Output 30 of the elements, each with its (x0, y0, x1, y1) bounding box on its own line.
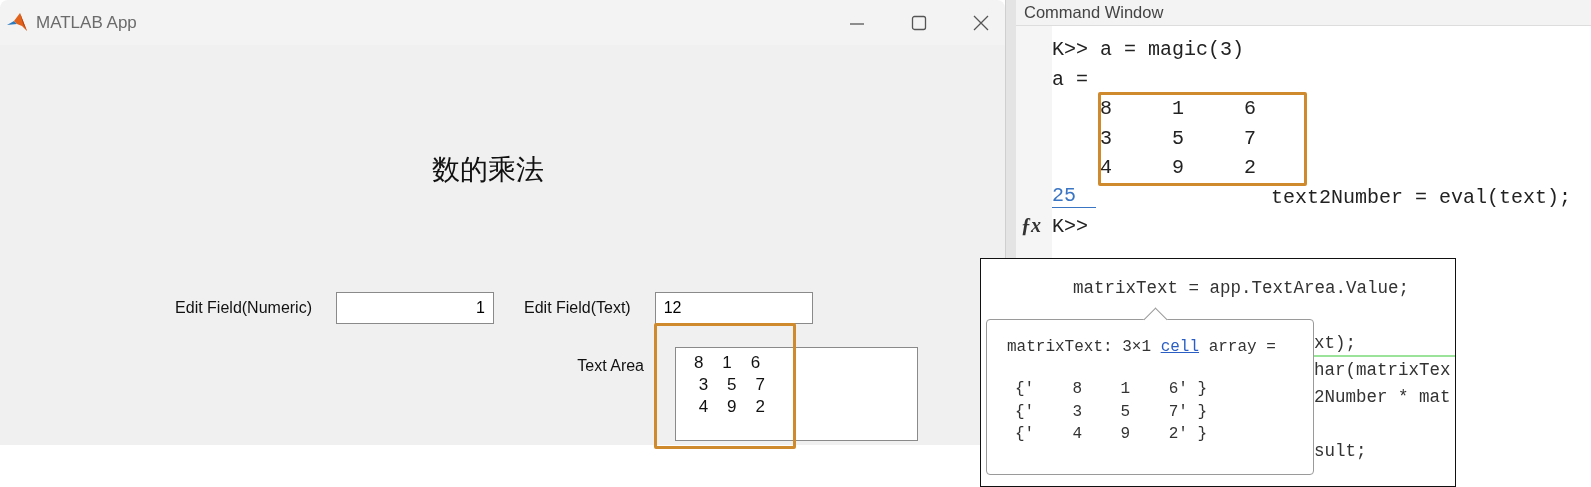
tooltip-title: matrixText: 3×1 cell array = (1007, 337, 1277, 358)
numeric-field[interactable]: 1 (336, 292, 494, 324)
console-text: K>> (1052, 214, 1088, 240)
matrix-row-text: 8 1 6 (1099, 96, 1257, 122)
matrix-row-text: 4 9 2 (1099, 155, 1257, 181)
field-label: Edit Field(Numeric) (174, 299, 312, 317)
window-title: MATLAB App (36, 12, 137, 33)
line-number-link[interactable]: 25 (1052, 182, 1096, 208)
code-line: 2Number * mat (1314, 386, 1451, 409)
console-text: text2Number = eval(text); (1271, 184, 1572, 211)
code-line: har(matrixTex (1314, 359, 1451, 382)
code-line: matrixText = app.TextArea.Value; (1073, 277, 1411, 300)
console-text: K>> a = magic(3) (1052, 37, 1245, 63)
cell-array-row-text: {' 3 5 7' } (1015, 401, 1209, 423)
field-label: Text Area (576, 357, 644, 375)
close-icon[interactable] (973, 14, 989, 31)
panel-title: Command Window (1016, 0, 1591, 26)
cell-array-row-text: {' 8 1 6' } (1015, 379, 1209, 400)
cell-array-row-text: {' 4 9 2' } (1015, 424, 1209, 445)
code-line: xt); (1314, 332, 1357, 355)
text-area[interactable]: 8 1 6 3 5 7 4 9 2 (675, 347, 918, 441)
matrix-row-text: 3 5 7 (1099, 125, 1257, 152)
console-text: a = (1052, 66, 1088, 93)
maximize-icon[interactable] (911, 14, 927, 31)
cell-link[interactable]: cell (1160, 338, 1200, 356)
field-label: Edit Field(Text) (524, 299, 631, 317)
function-browser-button[interactable]: ƒx (1021, 214, 1041, 237)
text-field[interactable]: 12 (654, 292, 813, 324)
app-heading: 数的乘法 (430, 153, 545, 187)
code-line: sult; (1314, 440, 1368, 463)
